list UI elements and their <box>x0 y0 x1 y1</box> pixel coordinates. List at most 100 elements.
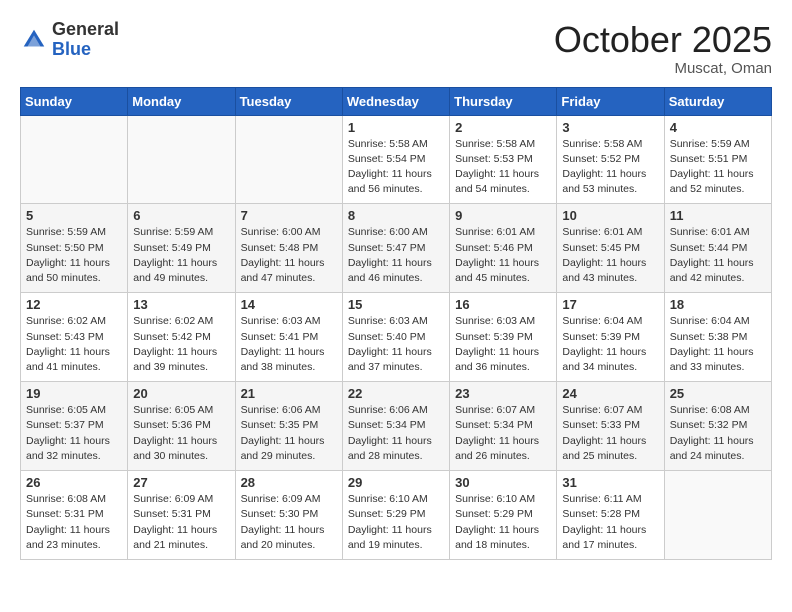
day-info: Sunrise: 6:03 AM Sunset: 5:39 PM Dayligh… <box>455 314 551 375</box>
day-number: 19 <box>26 386 122 401</box>
logo-blue: Blue <box>52 39 91 59</box>
day-cell-25: 25 Sunrise: 6:08 AM Sunset: 5:32 PM Dayli… <box>664 382 771 471</box>
day-info: Sunrise: 5:58 AM Sunset: 5:53 PM Dayligh… <box>455 137 551 198</box>
logo-text: General Blue <box>52 20 119 60</box>
day-info: Sunrise: 5:58 AM Sunset: 5:52 PM Dayligh… <box>562 137 658 198</box>
day-info: Sunrise: 5:58 AM Sunset: 5:54 PM Dayligh… <box>348 137 444 198</box>
day-info: Sunrise: 6:11 AM Sunset: 5:28 PM Dayligh… <box>562 492 658 553</box>
weekday-header-row: SundayMondayTuesdayWednesdayThursdayFrid… <box>21 87 772 115</box>
weekday-header-saturday: Saturday <box>664 87 771 115</box>
day-cell-8: 8 Sunrise: 6:00 AM Sunset: 5:47 PM Daylig… <box>342 204 449 293</box>
week-row-5: 26Sunrise: 6:08 AM Sunset: 5:31 PM Dayli… <box>21 471 772 560</box>
day-info: Sunrise: 6:08 AM Sunset: 5:32 PM Dayligh… <box>670 403 766 464</box>
day-cell-17: 17 Sunrise: 6:04 AM Sunset: 5:39 PM Dayli… <box>557 293 664 382</box>
day-number: 30 <box>455 475 551 490</box>
day-number: 14 <box>241 297 337 312</box>
empty-cell <box>664 471 771 560</box>
day-info: Sunrise: 6:09 AM Sunset: 5:30 PM Dayligh… <box>241 492 337 553</box>
empty-cell <box>128 115 235 204</box>
day-cell-29: 29 Sunrise: 6:10 AM Sunset: 5:29 PM Dayli… <box>342 471 449 560</box>
week-row-2: 5Sunrise: 5:59 AM Sunset: 5:50 PM Daylig… <box>21 204 772 293</box>
day-number: 31 <box>562 475 658 490</box>
weekday-header-wednesday: Wednesday <box>342 87 449 115</box>
week-row-4: 19 Sunrise: 6:05 AM Sunset: 5:37 PM Dayli… <box>21 382 772 471</box>
weekday-header-tuesday: Tuesday <box>235 87 342 115</box>
day-info: Sunrise: 6:09 AM Sunset: 5:31 PM Dayligh… <box>133 492 229 553</box>
day-info: Sunrise: 5:59 AM Sunset: 5:49 PM Dayligh… <box>133 225 229 286</box>
day-cell-26: 26Sunrise: 6:08 AM Sunset: 5:31 PM Dayli… <box>21 471 128 560</box>
day-number: 7 <box>241 208 337 223</box>
week-row-3: 12 Sunrise: 6:02 AM Sunset: 5:43 PM Dayli… <box>21 293 772 382</box>
day-number: 10 <box>562 208 658 223</box>
weekday-header-thursday: Thursday <box>450 87 557 115</box>
day-cell-18: 18 Sunrise: 6:04 AM Sunset: 5:38 PM Dayli… <box>664 293 771 382</box>
day-info: Sunrise: 6:10 AM Sunset: 5:29 PM Dayligh… <box>455 492 551 553</box>
day-number: 1 <box>348 120 444 135</box>
day-number: 18 <box>670 297 766 312</box>
day-info: Sunrise: 6:04 AM Sunset: 5:38 PM Dayligh… <box>670 314 766 375</box>
day-number: 13 <box>133 297 229 312</box>
day-number: 15 <box>348 297 444 312</box>
day-number: 27 <box>133 475 229 490</box>
day-cell-5: 5Sunrise: 5:59 AM Sunset: 5:50 PM Daylig… <box>21 204 128 293</box>
day-cell-7: 7 Sunrise: 6:00 AM Sunset: 5:48 PM Daylig… <box>235 204 342 293</box>
day-info: Sunrise: 6:03 AM Sunset: 5:41 PM Dayligh… <box>241 314 337 375</box>
day-info: Sunrise: 6:07 AM Sunset: 5:33 PM Dayligh… <box>562 403 658 464</box>
page-header: General Blue October 2025 Muscat, Oman <box>20 20 772 77</box>
day-cell-3: 3 Sunrise: 5:58 AM Sunset: 5:52 PM Daylig… <box>557 115 664 204</box>
day-number: 12 <box>26 297 122 312</box>
day-cell-19: 19 Sunrise: 6:05 AM Sunset: 5:37 PM Dayli… <box>21 382 128 471</box>
day-number: 28 <box>241 475 337 490</box>
day-info: Sunrise: 6:00 AM Sunset: 5:47 PM Dayligh… <box>348 225 444 286</box>
day-number: 2 <box>455 120 551 135</box>
day-number: 25 <box>670 386 766 401</box>
day-info: Sunrise: 6:10 AM Sunset: 5:29 PM Dayligh… <box>348 492 444 553</box>
day-info: Sunrise: 6:01 AM Sunset: 5:45 PM Dayligh… <box>562 225 658 286</box>
day-number: 29 <box>348 475 444 490</box>
day-info: Sunrise: 5:59 AM Sunset: 5:50 PM Dayligh… <box>26 225 122 286</box>
day-cell-16: 16Sunrise: 6:03 AM Sunset: 5:39 PM Dayli… <box>450 293 557 382</box>
day-info: Sunrise: 6:06 AM Sunset: 5:35 PM Dayligh… <box>241 403 337 464</box>
day-cell-11: 11Sunrise: 6:01 AM Sunset: 5:44 PM Dayli… <box>664 204 771 293</box>
day-number: 24 <box>562 386 658 401</box>
day-info: Sunrise: 5:59 AM Sunset: 5:51 PM Dayligh… <box>670 137 766 198</box>
day-info: Sunrise: 6:03 AM Sunset: 5:40 PM Dayligh… <box>348 314 444 375</box>
day-cell-12: 12 Sunrise: 6:02 AM Sunset: 5:43 PM Dayli… <box>21 293 128 382</box>
day-number: 6 <box>133 208 229 223</box>
logo-general: General <box>52 19 119 39</box>
day-cell-6: 6 Sunrise: 5:59 AM Sunset: 5:49 PM Daylig… <box>128 204 235 293</box>
day-cell-27: 27 Sunrise: 6:09 AM Sunset: 5:31 PM Dayli… <box>128 471 235 560</box>
day-info: Sunrise: 6:04 AM Sunset: 5:39 PM Dayligh… <box>562 314 658 375</box>
day-info: Sunrise: 6:07 AM Sunset: 5:34 PM Dayligh… <box>455 403 551 464</box>
location: Muscat, Oman <box>554 60 772 77</box>
day-cell-20: 20 Sunrise: 6:05 AM Sunset: 5:36 PM Dayli… <box>128 382 235 471</box>
logo: General Blue <box>20 20 119 60</box>
day-number: 22 <box>348 386 444 401</box>
weekday-header-sunday: Sunday <box>21 87 128 115</box>
day-cell-4: 4 Sunrise: 5:59 AM Sunset: 5:51 PM Daylig… <box>664 115 771 204</box>
day-info: Sunrise: 6:05 AM Sunset: 5:37 PM Dayligh… <box>26 403 122 464</box>
day-cell-10: 10 Sunrise: 6:01 AM Sunset: 5:45 PM Dayli… <box>557 204 664 293</box>
day-cell-24: 24 Sunrise: 6:07 AM Sunset: 5:33 PM Dayli… <box>557 382 664 471</box>
day-info: Sunrise: 6:00 AM Sunset: 5:48 PM Dayligh… <box>241 225 337 286</box>
day-info: Sunrise: 6:06 AM Sunset: 5:34 PM Dayligh… <box>348 403 444 464</box>
day-number: 4 <box>670 120 766 135</box>
day-info: Sunrise: 6:01 AM Sunset: 5:44 PM Dayligh… <box>670 225 766 286</box>
day-cell-1: 1 Sunrise: 5:58 AM Sunset: 5:54 PM Daylig… <box>342 115 449 204</box>
day-cell-9: 9Sunrise: 6:01 AM Sunset: 5:46 PM Daylig… <box>450 204 557 293</box>
day-number: 20 <box>133 386 229 401</box>
day-cell-14: 14 Sunrise: 6:03 AM Sunset: 5:41 PM Dayli… <box>235 293 342 382</box>
day-number: 17 <box>562 297 658 312</box>
day-info: Sunrise: 6:08 AM Sunset: 5:31 PM Dayligh… <box>26 492 122 553</box>
day-cell-30: 30 Sunrise: 6:10 AM Sunset: 5:29 PM Dayli… <box>450 471 557 560</box>
day-number: 21 <box>241 386 337 401</box>
day-info: Sunrise: 6:05 AM Sunset: 5:36 PM Dayligh… <box>133 403 229 464</box>
day-cell-22: 22 Sunrise: 6:06 AM Sunset: 5:34 PM Dayli… <box>342 382 449 471</box>
day-info: Sunrise: 6:02 AM Sunset: 5:43 PM Dayligh… <box>26 314 122 375</box>
day-number: 3 <box>562 120 658 135</box>
day-cell-21: 21 Sunrise: 6:06 AM Sunset: 5:35 PM Dayli… <box>235 382 342 471</box>
day-number: 8 <box>348 208 444 223</box>
day-cell-31: 31 Sunrise: 6:11 AM Sunset: 5:28 PM Dayli… <box>557 471 664 560</box>
day-number: 23 <box>455 386 551 401</box>
day-cell-13: 13Sunrise: 6:02 AM Sunset: 5:42 PM Dayli… <box>128 293 235 382</box>
